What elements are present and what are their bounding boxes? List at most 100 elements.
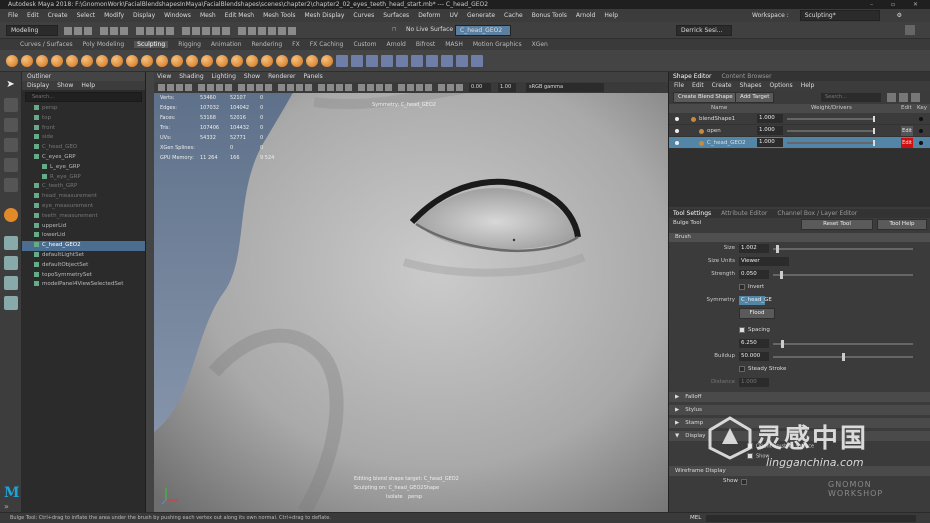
exposure-field[interactable]: 0.00: [469, 83, 491, 92]
shelf-tab-arnold[interactable]: Arnold: [386, 41, 405, 48]
four-view-icon[interactable]: [3, 256, 18, 270]
tab-shape-editor[interactable]: Shape Editor: [673, 73, 711, 80]
wireframe-display-header[interactable]: Wireframe Display: [669, 466, 930, 476]
shape-editor-row[interactable]: open 1.000 Edit: [669, 125, 930, 137]
scale-tool-icon[interactable]: [3, 178, 18, 192]
section-display[interactable]: ▼ Display: [669, 431, 930, 441]
outliner-item[interactable]: modelPanel4ViewSelectedSet: [22, 280, 145, 290]
tab-content-browser[interactable]: Content Browser: [721, 73, 771, 80]
weight-slider-knob[interactable]: [873, 128, 875, 134]
sculpt-utility-icon[interactable]: [336, 55, 348, 67]
sculpt-brush-icon[interactable]: [96, 55, 108, 67]
spacing-slider[interactable]: [773, 340, 913, 348]
key-icon[interactable]: [919, 141, 923, 145]
status-icons-strip[interactable]: [64, 26, 364, 36]
shelf-tab-xgen[interactable]: XGen: [532, 41, 548, 48]
magnet-icon[interactable]: ⊓: [392, 26, 397, 33]
sculpt-brush-icon[interactable]: [246, 55, 258, 67]
sculpt-brush-icon[interactable]: [201, 55, 213, 67]
outliner-menu-help[interactable]: Help: [81, 82, 95, 89]
outliner-item[interactable]: persp: [22, 104, 145, 114]
viewport-menu-shading[interactable]: Shading: [179, 73, 203, 80]
paint-select-tool-icon[interactable]: [3, 118, 18, 132]
shape-name[interactable]: open: [707, 125, 721, 137]
weight-field[interactable]: 1.000: [757, 138, 783, 147]
outliner-layout-icon[interactable]: [3, 276, 18, 290]
sculpt-brush-icon[interactable]: [321, 55, 333, 67]
custom-layout-icon[interactable]: [3, 296, 18, 310]
sculpt-brush-icon[interactable]: [111, 55, 123, 67]
weight-slider-knob[interactable]: [873, 140, 875, 146]
menu-mesh[interactable]: Mesh: [200, 12, 216, 19]
menu-bonus-tools[interactable]: Bonus Tools: [532, 12, 567, 19]
sculpt-brush-icon[interactable]: [171, 55, 183, 67]
visibility-icon[interactable]: [675, 141, 679, 145]
shape-name[interactable]: blendShape1: [699, 113, 735, 125]
rotate-tool-icon[interactable]: [3, 158, 18, 172]
sculpt-brush-icon[interactable]: [21, 55, 33, 67]
shelf-tab-animation[interactable]: Animation: [211, 41, 242, 48]
viewport-menu-lighting[interactable]: Lighting: [212, 73, 236, 80]
menu-uv[interactable]: UV: [450, 12, 459, 19]
options-icon[interactable]: [899, 93, 908, 102]
outliner-item[interactable]: front: [22, 124, 145, 134]
steady-stroke-checkbox[interactable]: Steady Stroke: [739, 363, 786, 376]
menu-file[interactable]: File: [8, 12, 18, 19]
menu-mesh-tools[interactable]: Mesh Tools: [263, 12, 295, 19]
outliner-item[interactable]: defaultLightSet: [22, 251, 145, 261]
outliner-item[interactable]: teeth_measurement: [22, 212, 145, 222]
key-icon[interactable]: [919, 129, 923, 133]
settings-icon[interactable]: ⚙: [897, 12, 902, 19]
outliner-menu-display[interactable]: Display: [27, 82, 49, 89]
viewport-menu-show[interactable]: Show: [244, 73, 260, 80]
outliner-item[interactable]: C_head_GEO: [22, 143, 145, 153]
sculpt-brush-icon[interactable]: [156, 55, 168, 67]
size-slider[interactable]: [773, 245, 913, 253]
size-field[interactable]: 1.002: [739, 244, 769, 253]
sculpt-utility-icon[interactable]: [396, 55, 408, 67]
weight-slider[interactable]: [787, 140, 875, 146]
key-icon[interactable]: [919, 117, 923, 121]
section-stamp[interactable]: ▶ Stamp: [669, 418, 930, 428]
tab-attribute-editor[interactable]: Attribute Editor: [721, 210, 767, 217]
sculpt-brush-icon[interactable]: [186, 55, 198, 67]
shape-editor-menu-help[interactable]: Help: [801, 82, 815, 89]
sculpt-brush-icon[interactable]: [126, 55, 138, 67]
sculpt-brush-icon[interactable]: [6, 55, 18, 67]
menu-curves[interactable]: Curves: [353, 12, 374, 19]
outliner-item[interactable]: top: [22, 114, 145, 124]
outliner-item[interactable]: C_teeth_GRP: [22, 182, 145, 192]
reset-tool-button[interactable]: Reset Tool: [801, 219, 873, 230]
sculpt-brush-icon[interactable]: [81, 55, 93, 67]
shape-editor-menu-file[interactable]: File: [674, 82, 684, 89]
shape-editor-menu-shapes[interactable]: Shapes: [740, 82, 762, 89]
weight-slider[interactable]: [787, 116, 875, 122]
shelf-tab-fx[interactable]: FX: [292, 41, 300, 48]
sculpt-brush-icon[interactable]: [276, 55, 288, 67]
sculpt-utility-icon[interactable]: [351, 55, 363, 67]
distance-field[interactable]: 1.000: [739, 378, 769, 387]
tab-channel-box-layer-editor[interactable]: Channel Box / Layer Editor: [777, 210, 857, 217]
single-view-icon[interactable]: [3, 236, 18, 250]
section-falloff[interactable]: ▶ Falloff: [669, 392, 930, 402]
menu-mesh-display[interactable]: Mesh Display: [305, 12, 345, 19]
strength-field[interactable]: 0.050: [739, 270, 769, 279]
viewport-menu-renderer[interactable]: Renderer: [268, 73, 295, 80]
outliner-item[interactable]: side: [22, 133, 145, 143]
move-tool-icon[interactable]: [3, 138, 18, 152]
menu-cache[interactable]: Cache: [504, 12, 523, 19]
create-blend-shape-button[interactable]: Create Blend Shape: [673, 92, 738, 103]
new-folder-icon[interactable]: [887, 93, 896, 102]
outliner-menu-show[interactable]: Show: [57, 82, 73, 89]
mel-label[interactable]: MEL: [690, 513, 701, 523]
bulge-tool-icon[interactable]: [3, 208, 18, 222]
edit-button[interactable]: Edit: [901, 126, 913, 136]
shelf-tab-poly-modeling[interactable]: Poly Modeling: [83, 41, 125, 48]
spacing-field[interactable]: 6.250: [739, 339, 769, 348]
sculpt-brush-icon[interactable]: [231, 55, 243, 67]
shape-editor-row[interactable]: C_head_GEO2 1.000 Edit: [669, 137, 930, 149]
symmetry-field[interactable]: C_head_GE: [739, 296, 772, 305]
outliner-item[interactable]: topoSymmetrySet: [22, 271, 145, 281]
sculpt-utility-icon[interactable]: [366, 55, 378, 67]
outliner-search[interactable]: Search...: [25, 92, 142, 102]
